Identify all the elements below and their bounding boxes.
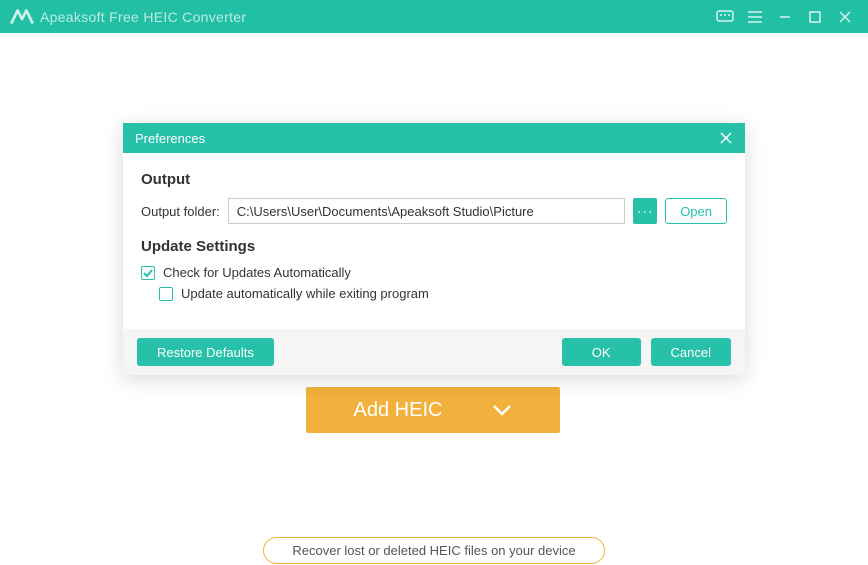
update-section-title: Update Settings: [141, 238, 727, 255]
add-heic-label: Add HEIC: [354, 399, 443, 422]
dialog-close-button[interactable]: [719, 131, 733, 145]
maximize-icon: [808, 10, 822, 24]
check-updates-row: Check for Updates Automatically: [141, 265, 727, 280]
restore-defaults-button[interactable]: Restore Defaults: [137, 338, 274, 366]
output-folder-row: Output folder: ··· Open: [141, 198, 727, 224]
close-icon: [719, 131, 733, 145]
menu-button[interactable]: [740, 4, 770, 30]
recover-files-link[interactable]: Recover lost or deleted HEIC files on yo…: [263, 537, 604, 564]
feedback-button[interactable]: [710, 4, 740, 30]
dialog-body: Output Output folder: ··· Open Update Se…: [123, 153, 745, 329]
output-section-title: Output: [141, 171, 727, 188]
exit-update-checkbox[interactable]: [159, 287, 173, 301]
dialog-footer: Restore Defaults OK Cancel: [123, 329, 745, 375]
minimize-icon: [778, 10, 792, 24]
exit-update-row: Update automatically while exiting progr…: [159, 286, 727, 301]
exit-update-label: Update automatically while exiting progr…: [181, 286, 429, 301]
chevron-down-icon: [492, 399, 512, 422]
close-icon: [838, 10, 852, 24]
menu-icon: [747, 10, 763, 24]
output-folder-input[interactable]: [228, 198, 625, 224]
maximize-button[interactable]: [800, 4, 830, 30]
browse-folder-button[interactable]: ···: [633, 198, 657, 224]
check-updates-label: Check for Updates Automatically: [163, 265, 351, 280]
feedback-icon: [716, 10, 734, 24]
ok-button[interactable]: OK: [562, 338, 641, 366]
add-heic-button[interactable]: Add HEIC: [306, 387, 560, 433]
app-title: Apeaksoft Free HEIC Converter: [40, 9, 246, 25]
check-updates-checkbox[interactable]: [141, 266, 155, 280]
titlebar: Apeaksoft Free HEIC Converter: [0, 0, 868, 33]
dialog-title: Preferences: [135, 131, 205, 146]
output-folder-label: Output folder:: [141, 204, 220, 219]
open-folder-button[interactable]: Open: [665, 198, 727, 224]
minimize-button[interactable]: [770, 4, 800, 30]
checkmark-icon: [143, 268, 153, 278]
preferences-dialog: Preferences Output Output folder: ··· Op…: [123, 123, 745, 375]
close-window-button[interactable]: [830, 4, 860, 30]
app-logo-icon: [8, 3, 36, 31]
dialog-header: Preferences: [123, 123, 745, 153]
cancel-button[interactable]: Cancel: [651, 338, 731, 366]
